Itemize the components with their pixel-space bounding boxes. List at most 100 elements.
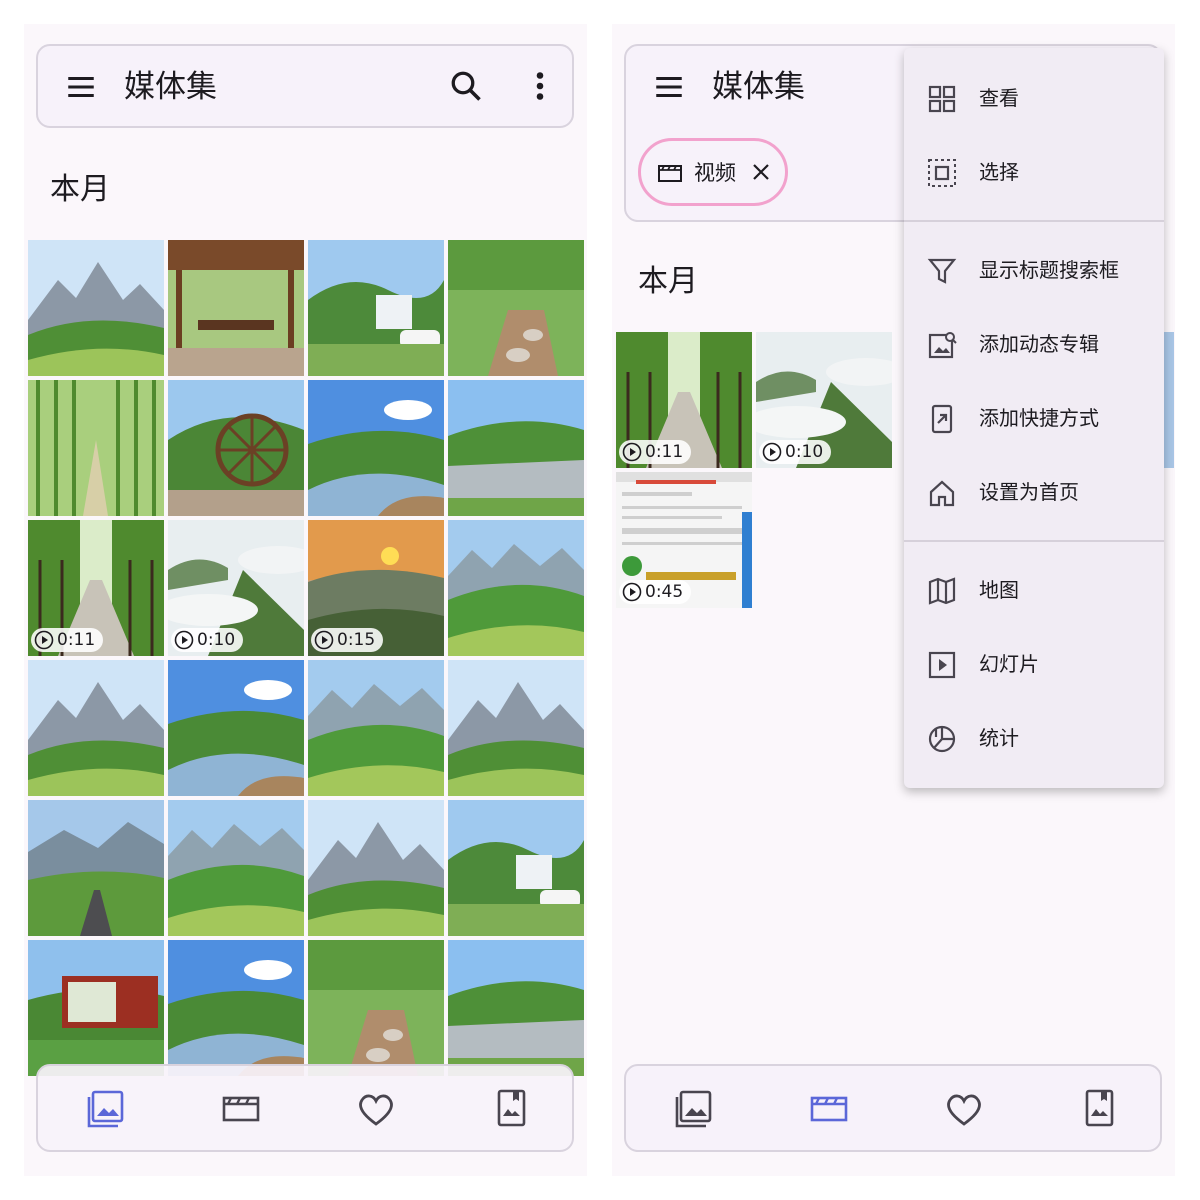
video-filter-chip[interactable]: 视频 (638, 138, 788, 206)
thumbnail-image (308, 380, 444, 516)
play-icon (622, 582, 642, 602)
menu-divider (904, 220, 1164, 222)
photo-thumbnail[interactable] (448, 660, 584, 796)
menu-item-label: 幻灯片 (979, 652, 1039, 676)
section-title: 本月 (638, 264, 698, 299)
video-icon (658, 165, 682, 182)
photo-thumbnail[interactable] (168, 660, 304, 796)
duration-text: 0:15 (337, 630, 376, 650)
duration-text: 0:10 (785, 442, 824, 462)
thumbnail-image (308, 240, 444, 376)
slideshow-icon (928, 651, 956, 679)
photo-thumbnail[interactable] (308, 660, 444, 796)
photo-thumbnail[interactable] (168, 380, 304, 516)
close-icon[interactable] (749, 160, 773, 184)
menu-item-shortcut[interactable]: 添加快捷方式 (904, 388, 1164, 448)
nav-video-icon[interactable] (219, 1086, 263, 1130)
menu-item-dynamic-album[interactable]: 添加动态专辑 (904, 314, 1164, 374)
menu-item-stats[interactable]: 统计 (904, 708, 1164, 768)
photo-thumbnail[interactable] (28, 380, 164, 516)
hamburger-menu-icon[interactable] (652, 70, 686, 104)
photo-thumbnail[interactable] (28, 800, 164, 936)
photo-thumbnail[interactable] (28, 240, 164, 376)
video-thumbnail[interactable]: 0:10 (756, 332, 892, 468)
photo-thumbnail[interactable] (308, 940, 444, 1076)
menu-item-label: 选择 (979, 160, 1019, 184)
nav-favorite-icon[interactable] (354, 1086, 398, 1130)
photo-thumbnail[interactable] (168, 800, 304, 936)
nav-video-icon[interactable] (807, 1086, 851, 1130)
menu-item-label: 统计 (979, 726, 1019, 750)
video-thumbnail[interactable]: 0:10 (168, 520, 304, 656)
thumbnail-image (168, 240, 304, 376)
menu-item-map[interactable]: 地图 (904, 560, 1164, 620)
duration-text: 0:45 (645, 582, 684, 602)
video-thumbnail[interactable]: 0:45 (616, 472, 752, 608)
menu-item-filter[interactable]: 显示标题搜索框 (904, 240, 1164, 300)
app-title: 媒体集 (124, 69, 217, 105)
nav-albums-icon[interactable] (1077, 1086, 1121, 1130)
photo-thumbnail[interactable] (28, 660, 164, 796)
menu-item-label: 地图 (979, 578, 1019, 602)
photo-thumbnail[interactable] (28, 940, 164, 1076)
photo-thumbnail[interactable] (308, 240, 444, 376)
photo-thumbnail[interactable] (448, 940, 584, 1076)
map-icon (928, 577, 956, 605)
thumbnail-image (448, 800, 584, 936)
thumbnail-image (168, 380, 304, 516)
thumbnail-image (28, 940, 164, 1076)
more-vert-icon[interactable] (526, 68, 554, 104)
nav-photos-icon[interactable] (84, 1086, 128, 1130)
menu-item-label: 添加快捷方式 (979, 406, 1099, 430)
thumbnail-image (448, 240, 584, 376)
left-screen: 媒体集 本月 0:11 0:10 0:15 (24, 24, 587, 1176)
section-title: 本月 (50, 172, 110, 207)
menu-item-slideshow[interactable]: 幻灯片 (904, 634, 1164, 694)
bottom-navigation (36, 1064, 574, 1152)
menu-item-grid-view[interactable]: 查看 (904, 68, 1164, 128)
thumbnail-image (28, 660, 164, 796)
play-icon (174, 630, 194, 650)
thumbnail-image (168, 940, 304, 1076)
nav-albums-icon[interactable] (489, 1086, 533, 1130)
photo-thumbnail[interactable] (308, 800, 444, 936)
play-icon (314, 630, 334, 650)
nav-photos-icon[interactable] (672, 1086, 716, 1130)
photo-thumbnail[interactable] (168, 240, 304, 376)
menu-item-select[interactable]: 选择 (904, 142, 1164, 202)
thumbnail-image (308, 940, 444, 1076)
video-thumbnail[interactable]: 0:15 (308, 520, 444, 656)
menu-item-home[interactable]: 设置为首页 (904, 462, 1164, 522)
shortcut-icon (931, 404, 953, 434)
duration-text: 0:11 (645, 442, 684, 462)
thumbnail-image (448, 660, 584, 796)
video-thumbnail[interactable]: 0:11 (28, 520, 164, 656)
select-icon (928, 159, 956, 187)
filter-icon (927, 258, 957, 284)
photo-thumbnail[interactable] (448, 520, 584, 656)
partial-thumbnail (1164, 332, 1174, 468)
overflow-menu: 查看选择显示标题搜索框 添加动态专辑添加快捷方式设置为首页地图幻灯片统计 (904, 48, 1164, 788)
grid-view-icon (928, 85, 956, 113)
photo-thumbnail[interactable] (448, 240, 584, 376)
thumbnail-image (308, 800, 444, 936)
photo-thumbnail[interactable] (448, 800, 584, 936)
video-duration-badge: 0:10 (171, 628, 244, 652)
thumbnail-image (28, 800, 164, 936)
video-thumbnail[interactable]: 0:11 (616, 332, 752, 468)
video-duration-badge: 0:11 (619, 440, 692, 464)
nav-favorite-icon[interactable] (942, 1086, 986, 1130)
thumbnail-image (448, 940, 584, 1076)
photo-thumbnail[interactable] (168, 940, 304, 1076)
search-icon[interactable] (448, 68, 484, 104)
duration-text: 0:10 (197, 630, 236, 650)
photo-thumbnail[interactable] (448, 380, 584, 516)
hamburger-menu-icon[interactable] (64, 70, 98, 104)
thumbnail-image (448, 380, 584, 516)
menu-item-label: 查看 (979, 86, 1019, 110)
stats-icon (928, 725, 956, 753)
photo-thumbnail[interactable] (308, 380, 444, 516)
thumbnail-image (28, 240, 164, 376)
duration-text: 0:11 (57, 630, 96, 650)
bottom-navigation (624, 1064, 1162, 1152)
